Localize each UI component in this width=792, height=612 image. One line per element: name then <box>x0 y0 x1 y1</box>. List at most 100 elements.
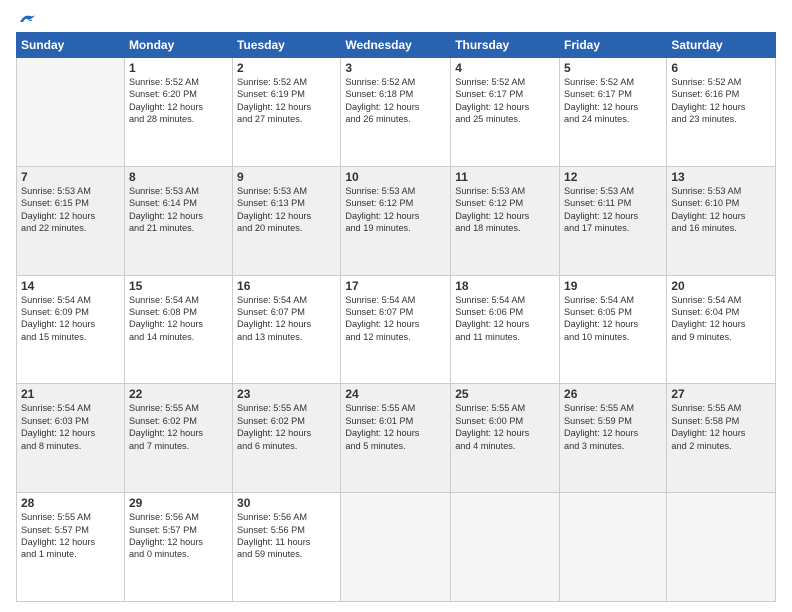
calendar-header-row: SundayMondayTuesdayWednesdayThursdayFrid… <box>17 33 776 58</box>
calendar-cell: 12Sunrise: 5:53 AMSunset: 6:11 PMDayligh… <box>560 166 667 275</box>
calendar-cell: 2Sunrise: 5:52 AMSunset: 6:19 PMDaylight… <box>233 58 341 167</box>
header <box>16 10 776 26</box>
day-info: Sunrise: 5:53 AMSunset: 6:12 PMDaylight:… <box>345 185 446 235</box>
calendar-cell: 3Sunrise: 5:52 AMSunset: 6:18 PMDaylight… <box>341 58 451 167</box>
day-number: 23 <box>237 387 336 401</box>
day-info: Sunrise: 5:52 AMSunset: 6:17 PMDaylight:… <box>455 76 555 126</box>
day-info: Sunrise: 5:55 AMSunset: 6:01 PMDaylight:… <box>345 402 446 452</box>
page: SundayMondayTuesdayWednesdayThursdayFrid… <box>0 0 792 612</box>
calendar-cell: 10Sunrise: 5:53 AMSunset: 6:12 PMDayligh… <box>341 166 451 275</box>
calendar-cell: 18Sunrise: 5:54 AMSunset: 6:06 PMDayligh… <box>451 275 560 384</box>
day-number: 12 <box>564 170 662 184</box>
day-number: 1 <box>129 61 228 75</box>
logo-bird-icon <box>18 12 36 26</box>
day-number: 22 <box>129 387 228 401</box>
weekday-header-saturday: Saturday <box>667 33 776 58</box>
day-number: 5 <box>564 61 662 75</box>
weekday-header-sunday: Sunday <box>17 33 125 58</box>
day-number: 29 <box>129 496 228 510</box>
day-number: 14 <box>21 279 120 293</box>
calendar-cell: 11Sunrise: 5:53 AMSunset: 6:12 PMDayligh… <box>451 166 560 275</box>
calendar-week-row: 21Sunrise: 5:54 AMSunset: 6:03 PMDayligh… <box>17 384 776 493</box>
calendar-cell: 16Sunrise: 5:54 AMSunset: 6:07 PMDayligh… <box>233 275 341 384</box>
calendar-cell: 20Sunrise: 5:54 AMSunset: 6:04 PMDayligh… <box>667 275 776 384</box>
day-info: Sunrise: 5:54 AMSunset: 6:05 PMDaylight:… <box>564 294 662 344</box>
calendar-cell <box>17 58 125 167</box>
calendar-table: SundayMondayTuesdayWednesdayThursdayFrid… <box>16 32 776 602</box>
day-info: Sunrise: 5:52 AMSunset: 6:18 PMDaylight:… <box>345 76 446 126</box>
day-info: Sunrise: 5:54 AMSunset: 6:09 PMDaylight:… <box>21 294 120 344</box>
weekday-header-wednesday: Wednesday <box>341 33 451 58</box>
calendar-cell: 30Sunrise: 5:56 AMSunset: 5:56 PMDayligh… <box>233 493 341 602</box>
calendar-cell: 7Sunrise: 5:53 AMSunset: 6:15 PMDaylight… <box>17 166 125 275</box>
day-info: Sunrise: 5:53 AMSunset: 6:13 PMDaylight:… <box>237 185 336 235</box>
day-info: Sunrise: 5:55 AMSunset: 5:59 PMDaylight:… <box>564 402 662 452</box>
calendar-cell: 29Sunrise: 5:56 AMSunset: 5:57 PMDayligh… <box>124 493 232 602</box>
weekday-header-friday: Friday <box>560 33 667 58</box>
calendar-cell: 27Sunrise: 5:55 AMSunset: 5:58 PMDayligh… <box>667 384 776 493</box>
calendar-cell: 25Sunrise: 5:55 AMSunset: 6:00 PMDayligh… <box>451 384 560 493</box>
day-info: Sunrise: 5:55 AMSunset: 5:58 PMDaylight:… <box>671 402 771 452</box>
calendar-week-row: 7Sunrise: 5:53 AMSunset: 6:15 PMDaylight… <box>17 166 776 275</box>
logo <box>16 12 36 26</box>
day-number: 19 <box>564 279 662 293</box>
day-info: Sunrise: 5:52 AMSunset: 6:20 PMDaylight:… <box>129 76 228 126</box>
day-info: Sunrise: 5:56 AMSunset: 5:56 PMDaylight:… <box>237 511 336 561</box>
calendar-cell: 28Sunrise: 5:55 AMSunset: 5:57 PMDayligh… <box>17 493 125 602</box>
calendar-cell: 26Sunrise: 5:55 AMSunset: 5:59 PMDayligh… <box>560 384 667 493</box>
calendar-cell <box>560 493 667 602</box>
day-number: 8 <box>129 170 228 184</box>
day-info: Sunrise: 5:53 AMSunset: 6:10 PMDaylight:… <box>671 185 771 235</box>
day-info: Sunrise: 5:53 AMSunset: 6:14 PMDaylight:… <box>129 185 228 235</box>
weekday-header-monday: Monday <box>124 33 232 58</box>
calendar-week-row: 1Sunrise: 5:52 AMSunset: 6:20 PMDaylight… <box>17 58 776 167</box>
day-info: Sunrise: 5:55 AMSunset: 6:02 PMDaylight:… <box>237 402 336 452</box>
day-info: Sunrise: 5:54 AMSunset: 6:04 PMDaylight:… <box>671 294 771 344</box>
day-number: 11 <box>455 170 555 184</box>
calendar-week-row: 14Sunrise: 5:54 AMSunset: 6:09 PMDayligh… <box>17 275 776 384</box>
day-info: Sunrise: 5:53 AMSunset: 6:15 PMDaylight:… <box>21 185 120 235</box>
day-number: 10 <box>345 170 446 184</box>
calendar-cell: 8Sunrise: 5:53 AMSunset: 6:14 PMDaylight… <box>124 166 232 275</box>
calendar-cell: 15Sunrise: 5:54 AMSunset: 6:08 PMDayligh… <box>124 275 232 384</box>
calendar-cell: 19Sunrise: 5:54 AMSunset: 6:05 PMDayligh… <box>560 275 667 384</box>
weekday-header-thursday: Thursday <box>451 33 560 58</box>
logo-text <box>16 12 36 26</box>
calendar-cell: 5Sunrise: 5:52 AMSunset: 6:17 PMDaylight… <box>560 58 667 167</box>
calendar-cell: 17Sunrise: 5:54 AMSunset: 6:07 PMDayligh… <box>341 275 451 384</box>
calendar-cell: 6Sunrise: 5:52 AMSunset: 6:16 PMDaylight… <box>667 58 776 167</box>
day-number: 30 <box>237 496 336 510</box>
calendar-cell: 9Sunrise: 5:53 AMSunset: 6:13 PMDaylight… <box>233 166 341 275</box>
day-number: 25 <box>455 387 555 401</box>
day-number: 9 <box>237 170 336 184</box>
day-number: 21 <box>21 387 120 401</box>
calendar-cell: 4Sunrise: 5:52 AMSunset: 6:17 PMDaylight… <box>451 58 560 167</box>
day-info: Sunrise: 5:55 AMSunset: 6:02 PMDaylight:… <box>129 402 228 452</box>
day-info: Sunrise: 5:54 AMSunset: 6:07 PMDaylight:… <box>345 294 446 344</box>
day-info: Sunrise: 5:54 AMSunset: 6:08 PMDaylight:… <box>129 294 228 344</box>
day-number: 26 <box>564 387 662 401</box>
day-number: 18 <box>455 279 555 293</box>
calendar-cell: 21Sunrise: 5:54 AMSunset: 6:03 PMDayligh… <box>17 384 125 493</box>
day-number: 4 <box>455 61 555 75</box>
day-number: 20 <box>671 279 771 293</box>
day-info: Sunrise: 5:54 AMSunset: 6:06 PMDaylight:… <box>455 294 555 344</box>
calendar-cell: 24Sunrise: 5:55 AMSunset: 6:01 PMDayligh… <box>341 384 451 493</box>
calendar-cell: 1Sunrise: 5:52 AMSunset: 6:20 PMDaylight… <box>124 58 232 167</box>
day-number: 17 <box>345 279 446 293</box>
day-number: 24 <box>345 387 446 401</box>
day-info: Sunrise: 5:56 AMSunset: 5:57 PMDaylight:… <box>129 511 228 561</box>
calendar-cell <box>341 493 451 602</box>
day-info: Sunrise: 5:55 AMSunset: 5:57 PMDaylight:… <box>21 511 120 561</box>
day-number: 2 <box>237 61 336 75</box>
day-number: 28 <box>21 496 120 510</box>
day-info: Sunrise: 5:52 AMSunset: 6:16 PMDaylight:… <box>671 76 771 126</box>
calendar-cell <box>451 493 560 602</box>
calendar-cell <box>667 493 776 602</box>
day-info: Sunrise: 5:53 AMSunset: 6:11 PMDaylight:… <box>564 185 662 235</box>
calendar-week-row: 28Sunrise: 5:55 AMSunset: 5:57 PMDayligh… <box>17 493 776 602</box>
day-number: 6 <box>671 61 771 75</box>
weekday-header-tuesday: Tuesday <box>233 33 341 58</box>
day-number: 15 <box>129 279 228 293</box>
day-number: 13 <box>671 170 771 184</box>
